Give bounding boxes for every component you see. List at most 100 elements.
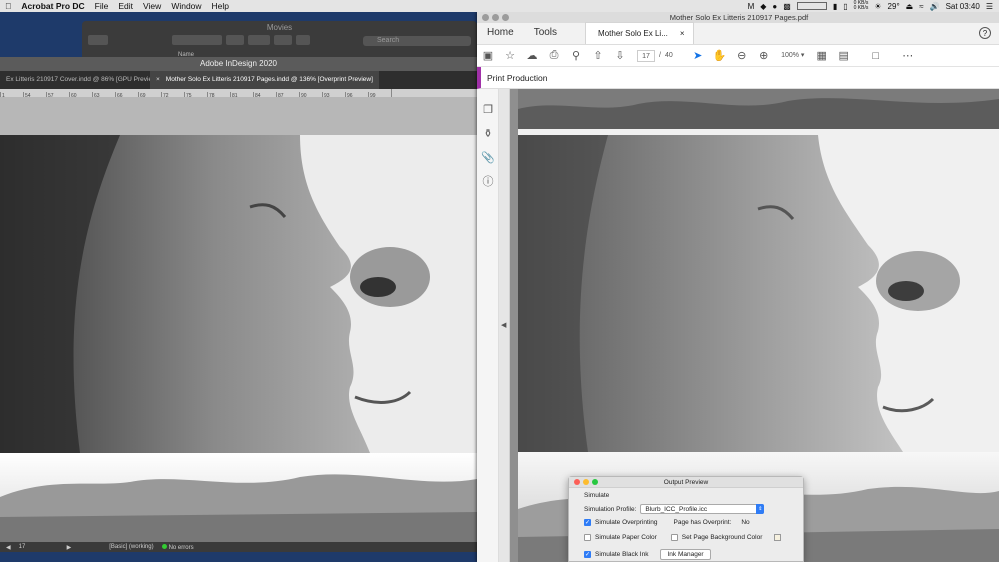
horizontal-ruler: 1 54 57 60 63 66 69 72 75 78 81 84 87 90 93 96 99	[0, 89, 477, 97]
save-icon[interactable]: ▣	[477, 47, 499, 65]
panel-collapse-handle[interactable]: ◀	[499, 89, 510, 562]
eject-icon[interactable]: ⏏	[906, 2, 914, 11]
page-nav-next-icon[interactable]: ▶	[67, 544, 72, 551]
upload-cloud-icon[interactable]: ☁	[521, 47, 543, 65]
tab-home[interactable]: Home	[477, 22, 524, 44]
simulation-profile-select[interactable]: Blurb_ICC_Profile.icc ⇕	[640, 504, 765, 514]
monitor-icon[interactable]: ▩	[783, 2, 791, 11]
more-options-icon[interactable]: ⋯	[897, 47, 919, 65]
attachment-icon[interactable]: 📎	[477, 145, 499, 169]
weather-icon[interactable]: ☀	[874, 2, 881, 11]
menu-help[interactable]: Help	[207, 1, 234, 11]
close-window-button[interactable]	[482, 14, 489, 21]
menu-file[interactable]: File	[90, 1, 114, 11]
page-bg-color-swatch[interactable]	[774, 534, 782, 541]
simulate-overprinting-checkbox[interactable]: ✓	[584, 519, 591, 526]
page-bg-color-checkbox[interactable]	[670, 534, 678, 541]
indesign-title: Adobe InDesign 2020	[0, 57, 477, 71]
share-icon[interactable]	[274, 35, 292, 45]
fit-page-icon[interactable]: ▦	[811, 47, 833, 65]
zoom-out-search-icon[interactable]: ⚲	[565, 47, 587, 65]
volume-icon[interactable]: 🔊	[930, 2, 940, 11]
hand-tool-icon[interactable]: ✋	[709, 47, 731, 65]
zoom-out-icon[interactable]: ⊖	[731, 47, 753, 65]
dropbox-icon[interactable]: ◆	[760, 2, 766, 11]
next-page-icon[interactable]: ⇩	[609, 47, 631, 65]
menu-edit[interactable]: Edit	[113, 1, 138, 11]
cpu-graph-icon	[796, 2, 827, 10]
action-gear-icon[interactable]	[248, 35, 270, 45]
dialog-close-button[interactable]	[574, 479, 580, 485]
zoom-level-dropdown[interactable]: 100% ▾	[775, 50, 811, 62]
bookmark-icon[interactable]: ⚱	[477, 121, 499, 145]
output-preview-titlebar[interactable]: Output Preview	[569, 477, 803, 488]
dialog-minimize-button[interactable]	[583, 479, 589, 485]
preflight-status[interactable]: No errors	[161, 543, 194, 551]
zoom-in-icon[interactable]: ⊕	[753, 47, 775, 65]
apple-menu-icon[interactable]: 	[0, 1, 16, 11]
page-thumbnails-icon[interactable]: ❐	[477, 97, 499, 121]
tag-icon[interactable]	[296, 35, 310, 45]
star-icon[interactable]: ☆	[499, 47, 521, 65]
simulate-black-ink-checkbox[interactable]: ✓	[584, 551, 591, 558]
battery-icon[interactable]: ▮	[833, 2, 837, 11]
acrobat-window-title: Mother Solo Ex Litteris 210917 Pages.pdf	[669, 13, 809, 22]
network-speed: 0 KB/s 0 KB/s	[854, 1, 869, 11]
ruler-tick	[391, 89, 414, 97]
simulation-profile-value: Blurb_ICC_Profile.icc	[645, 506, 708, 513]
page-bg-color-label: Set Page Background Color	[681, 534, 763, 541]
menu-app-name[interactable]: Acrobat Pro DC	[16, 1, 89, 11]
wifi-icon[interactable]: ≈	[919, 2, 923, 11]
dialog-zoom-button[interactable]	[592, 479, 598, 485]
simulate-overprinting-row: ✓ Simulate Overprinting Page has Overpri…	[584, 519, 750, 526]
phone-icon[interactable]: ▯	[843, 2, 847, 11]
menu-window[interactable]: Window	[166, 1, 206, 11]
indesign-canvas[interactable]	[0, 97, 477, 542]
simulate-paper-color-row: Simulate Paper Color Set Page Background…	[584, 534, 782, 541]
scroll-mode-icon[interactable]: ▤	[833, 47, 855, 65]
simulate-section-label: Simulate	[584, 492, 610, 499]
page-separator: /	[659, 52, 661, 59]
zoom-window-button[interactable]	[502, 14, 509, 21]
print-icon[interactable]: ⎙	[543, 47, 565, 65]
view-mode-button[interactable]	[172, 35, 222, 45]
page-nav-prev-icon[interactable]: ◀	[6, 544, 11, 551]
tool-panel-header[interactable]: Print Production	[477, 67, 999, 89]
page-number-field[interactable]: 17	[19, 544, 59, 550]
preflight-profile[interactable]: [Basic] (working)	[109, 544, 153, 550]
page-total: 40	[664, 52, 673, 59]
dialog-window-controls	[574, 479, 598, 485]
back-forward-button[interactable]	[88, 35, 108, 45]
close-icon[interactable]: ×	[680, 23, 685, 44]
page-number-input[interactable]: 17	[637, 49, 655, 62]
finder-search-input[interactable]: Search	[363, 36, 471, 46]
simulate-paper-color-checkbox[interactable]	[584, 534, 591, 541]
notification-center-icon[interactable]: ☰	[986, 2, 993, 11]
status-ok-icon	[161, 543, 167, 549]
minimize-window-button[interactable]	[492, 14, 499, 21]
arrange-button[interactable]	[226, 35, 244, 45]
simulation-profile-row: Simulation Profile: Blurb_ICC_Profile.ic…	[584, 504, 765, 514]
net-download: 0 KB/s	[853, 5, 869, 11]
indesign-tab-pages[interactable]: × Mother Solo Ex Litteris 210917 Pages.in…	[150, 71, 379, 89]
menu-bar:  Acrobat Pro DC File Edit View Window H…	[0, 0, 999, 12]
record-icon[interactable]: ●	[772, 2, 777, 11]
close-icon[interactable]: ×	[156, 76, 160, 83]
layers-info-icon[interactable]: ⓘ	[477, 169, 499, 193]
preflight-status-label: No errors	[168, 544, 194, 551]
comment-icon[interactable]: □	[865, 47, 887, 65]
help-icon[interactable]: ?	[979, 27, 991, 39]
ink-manager-button[interactable]: Ink Manager	[660, 549, 711, 560]
indesign-tab-cover[interactable]: Ex Litteris 210917 Cover.indd @ 86% [GPU…	[0, 71, 150, 89]
chevron-left-icon[interactable]: ◀	[501, 321, 506, 329]
gmail-icon[interactable]: M	[748, 2, 755, 11]
select-cursor-icon[interactable]: ➤	[687, 47, 709, 65]
tab-tools[interactable]: Tools	[524, 22, 567, 44]
simulate-paper-color-label: Simulate Paper Color	[595, 534, 657, 541]
menu-view[interactable]: View	[138, 1, 166, 11]
simulation-profile-label: Simulation Profile:	[584, 505, 637, 513]
tab-document[interactable]: Mother Solo Ex Li... ×	[585, 22, 694, 44]
clock[interactable]: Sat 03:40	[946, 2, 980, 11]
simulate-overprinting-label: Simulate Overprinting	[595, 519, 658, 526]
prev-page-icon[interactable]: ⇧	[587, 47, 609, 65]
